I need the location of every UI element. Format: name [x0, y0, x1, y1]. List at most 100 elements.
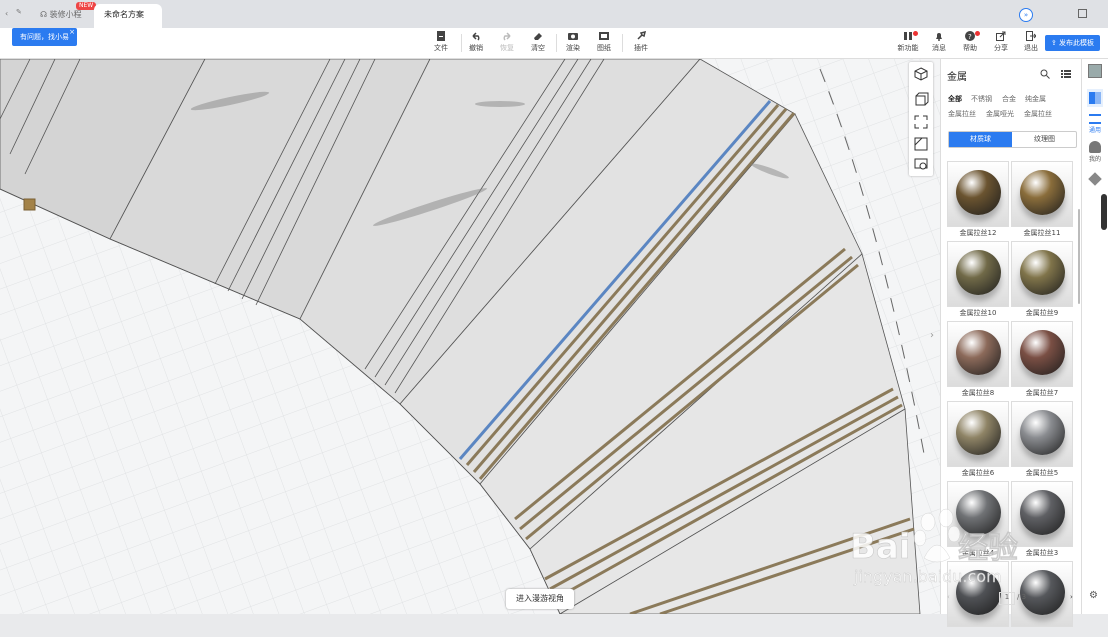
help-button[interactable]: ? 帮助	[955, 31, 985, 53]
publish-button[interactable]: ⇪ 发布此模板	[1044, 35, 1100, 51]
tab-texture-map[interactable]: 纹理图	[1013, 132, 1076, 147]
plugin-menu-button[interactable]: 插件	[626, 31, 656, 53]
back-icon[interactable]: ‹	[5, 9, 13, 18]
cube-view-icon[interactable]	[913, 66, 929, 82]
subfilter-matte[interactable]: 金属哑光	[986, 109, 1014, 119]
filter-all[interactable]: 全部	[948, 94, 962, 104]
material-sphere	[956, 330, 1001, 375]
help-tooltip[interactable]: 有问题，找小易 ×	[12, 28, 77, 46]
material-label: 金属拉丝9	[1025, 309, 1059, 317]
redo-icon	[503, 32, 511, 41]
rail-thumbnail[interactable]	[1087, 64, 1103, 79]
settings-icon[interactable]: ⚙	[1089, 590, 1101, 602]
file-menu-button[interactable]: 文件	[426, 31, 456, 53]
main-toolbar: 文件 撤销 恢复 清空 渲染 图纸 插件 新功能 消息 ? 帮助 分享 退出 ⇪…	[0, 28, 1108, 59]
material-tile[interactable]: 金属拉丝11	[1011, 161, 1073, 237]
share-button[interactable]: 分享	[986, 31, 1016, 53]
tab-material-ball[interactable]: 材质球	[949, 132, 1012, 147]
material-label: 金属拉丝10	[959, 309, 997, 317]
messages-button[interactable]: 消息	[924, 31, 954, 53]
filter-stainless[interactable]: 不锈钢	[971, 94, 992, 104]
publish-label: 发布此模板	[1059, 39, 1094, 47]
exit-label: 退出	[1024, 44, 1038, 52]
material-preview	[1011, 401, 1073, 467]
filter-pure-metal[interactable]: 纯金属	[1025, 94, 1046, 104]
image-icon	[1088, 64, 1102, 78]
drawing-icon	[599, 32, 609, 40]
list-view-icon[interactable]	[1061, 69, 1071, 79]
render-button[interactable]: 渲染	[558, 31, 588, 53]
material-preview	[1011, 321, 1073, 387]
svg-text:经验: 经验	[958, 531, 1018, 566]
panel-title: 金属	[947, 72, 967, 83]
3d-box-icon[interactable]	[913, 92, 929, 108]
file-label: 文件	[434, 44, 448, 52]
redo-button[interactable]: 恢复	[492, 31, 522, 53]
svg-text:jingyan.baidu.com: jingyan.baidu.com	[853, 567, 1002, 586]
subfilter-brushed-2[interactable]: 金属拉丝	[1024, 109, 1052, 119]
rail-models[interactable]	[1087, 172, 1103, 186]
tab-active[interactable]: 未命名方案×	[94, 4, 162, 42]
tab-active-label: 未命名方案	[104, 10, 144, 19]
exit-button[interactable]: 退出	[1016, 31, 1046, 53]
rail-common[interactable]: 通用	[1087, 114, 1103, 134]
material-preview	[1011, 161, 1073, 227]
restore-window-icon[interactable]	[1078, 9, 1087, 18]
rail-materials[interactable]	[1087, 89, 1103, 107]
pin-icon[interactable]: ✎	[16, 8, 24, 16]
fit-screen-icon[interactable]	[913, 114, 929, 130]
share-icon	[996, 31, 1006, 41]
filter-alloy[interactable]: 合金	[1002, 94, 1016, 104]
tab-bar: ‹ ✎ ☊ 装修小程 NEW 未命名方案× »	[0, 0, 1108, 42]
clear-button[interactable]: 清空	[523, 31, 553, 53]
subfilter-brushed[interactable]: 金属拉丝	[948, 109, 976, 119]
close-icon[interactable]: ×	[69, 23, 75, 41]
notification-dot	[913, 31, 918, 36]
material-tile[interactable]: 金属拉丝8	[947, 321, 1009, 397]
material-preview	[947, 161, 1009, 227]
svg-text:Bai: Bai	[850, 527, 911, 567]
screenshot-icon[interactable]	[913, 156, 929, 172]
expand-icon[interactable]: »	[1019, 8, 1033, 22]
next-page-icon[interactable]: ›	[1070, 593, 1073, 601]
3d-viewport[interactable]	[0, 59, 940, 614]
cube-icon	[1088, 172, 1102, 186]
material-view-toggle: 材质球 纹理图	[948, 131, 1077, 148]
drawing-button[interactable]: 图纸	[589, 31, 619, 53]
user-icon	[1089, 141, 1101, 153]
help-icon: ?	[965, 31, 975, 41]
selection-handle[interactable]	[23, 198, 36, 211]
plugin-icon	[637, 31, 646, 40]
eraser-icon	[534, 33, 542, 40]
page-total: / 3	[1017, 593, 1027, 601]
side-handle[interactable]	[1101, 194, 1107, 230]
rail-mine[interactable]: 我的	[1087, 141, 1103, 163]
headset-icon: ☊	[40, 10, 48, 19]
material-tile[interactable]: 金属拉丝6	[947, 401, 1009, 477]
material-tile[interactable]: 金属拉丝10	[947, 241, 1009, 317]
new-features-button[interactable]: 新功能	[893, 31, 923, 53]
page-current[interactable]: 1	[999, 592, 1015, 605]
material-sphere	[1020, 170, 1065, 215]
material-label: 金属拉丝8	[961, 389, 995, 397]
material-tile[interactable]: 金属拉丝12	[947, 161, 1009, 237]
undo-button[interactable]: 撤销	[461, 31, 491, 53]
material-sphere	[956, 250, 1001, 295]
help-label: 帮助	[963, 44, 977, 52]
plugin-label: 插件	[634, 44, 648, 52]
material-tile[interactable]: 金属拉丝9	[1011, 241, 1073, 317]
search-icon[interactable]	[1040, 69, 1050, 79]
panel-scrollbar[interactable]	[1078, 209, 1080, 304]
prev-page-icon[interactable]: ‹	[947, 593, 950, 601]
tab-home-label: 装修小程	[49, 10, 82, 19]
notification-dot	[975, 31, 980, 36]
help-tooltip-text: 有问题，找小易	[20, 33, 69, 41]
right-rail: 通用 我的 ⚙	[1081, 59, 1108, 614]
material-tile[interactable]: 金属拉丝7	[1011, 321, 1073, 397]
enter-tour-view-button[interactable]: 进入漫游视角	[506, 589, 574, 609]
chevron-right-icon[interactable]: ›	[930, 330, 940, 346]
gift-icon	[904, 32, 912, 40]
rail-mine-label: 我的	[1088, 156, 1101, 163]
material-tile[interactable]: 金属拉丝5	[1011, 401, 1073, 477]
top-view-icon[interactable]	[913, 136, 929, 152]
